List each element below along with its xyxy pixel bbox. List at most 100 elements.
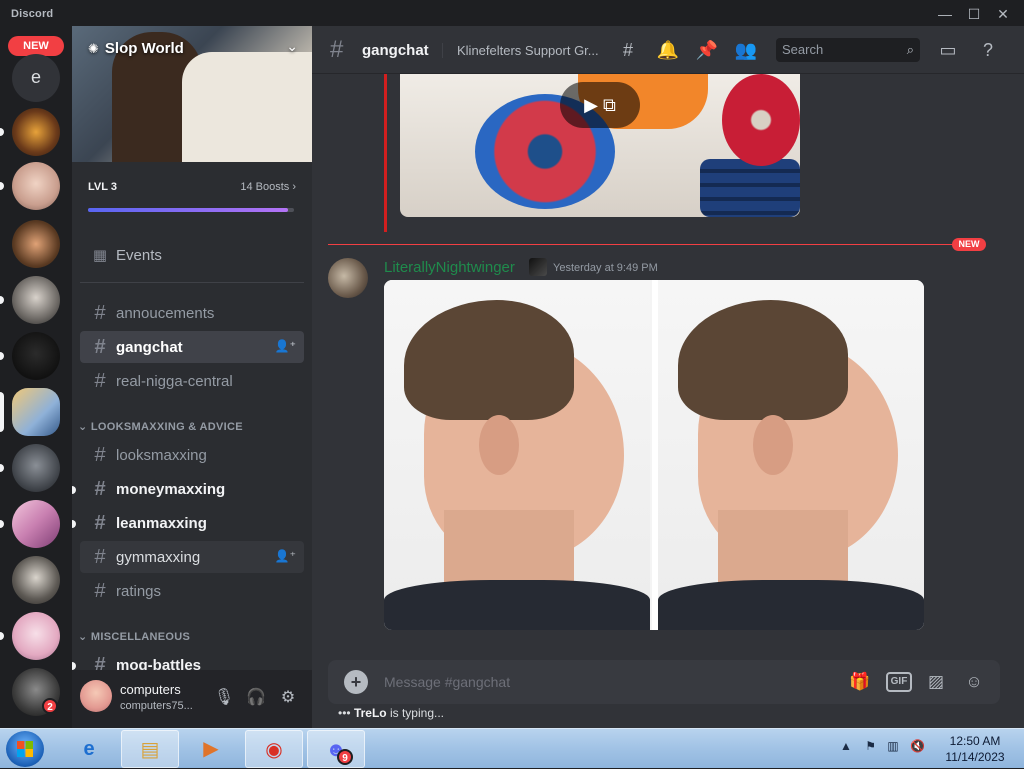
add-user-icon[interactable]: 👤⁺ xyxy=(275,549,296,563)
pin-icon[interactable]: 📌 xyxy=(695,38,719,62)
action-center-icon[interactable]: ⚑ xyxy=(865,739,876,753)
start-button[interactable] xyxy=(6,731,44,767)
headphones-icon[interactable]: 🎧 xyxy=(244,686,268,710)
user-panel: computers computers75... 🎙 🎧 ⚙ xyxy=(72,670,312,728)
unread-indicator xyxy=(72,520,76,528)
channel-annoucements[interactable]: # annoucements xyxy=(80,297,304,329)
message-list: ▶ ⧉ NEW LiterallyNightwinger Yesterday a… xyxy=(312,74,1024,656)
photo-left xyxy=(384,280,650,630)
hash-icon: # xyxy=(94,477,106,500)
unread-indicator xyxy=(0,182,4,190)
channel-label: leanmaxxing xyxy=(116,514,207,532)
message-timestamp: Yesterday at 9:49 PM xyxy=(553,262,658,274)
author-avatar[interactable] xyxy=(328,258,368,298)
video-frame-detail xyxy=(700,159,800,217)
help-icon[interactable]: ? xyxy=(976,38,1000,62)
category-miscellaneous[interactable]: ⌄ MISCELLANEOUS xyxy=(78,630,190,643)
hash-icon: # xyxy=(94,545,106,568)
photo-detail xyxy=(658,580,924,630)
member-list-icon[interactable]: 👥 xyxy=(734,38,758,62)
events-label: Events xyxy=(116,246,162,264)
category-looksmaxxing[interactable]: ⌄ LOOKSMAXXING & ADVICE xyxy=(78,420,243,433)
gif-button[interactable]: GIF xyxy=(886,672,912,692)
mention-badge: 2 xyxy=(42,698,58,714)
server-icon[interactable] xyxy=(12,500,60,548)
app-title: Discord xyxy=(11,8,54,20)
channel-topic[interactable]: Klinefelters Support Gr... xyxy=(442,43,617,58)
channel-label: annoucements xyxy=(116,304,215,322)
user-tag: computers75... xyxy=(120,700,193,712)
channel-header: # gangchat Klinefelters Support Gr... # … xyxy=(312,26,1024,74)
play-icon[interactable]: ▶ ⧉ xyxy=(560,82,640,128)
photo-detail xyxy=(678,300,848,420)
channel-gymmaxxing[interactable]: # gymmaxxing 👤⁺ xyxy=(80,541,304,573)
internet-explorer-icon[interactable]: e xyxy=(60,730,118,768)
clock[interactable]: 12:50 AM 11/14/2023 xyxy=(940,733,1010,765)
network-icon[interactable]: ▥ xyxy=(887,739,898,753)
search-input[interactable]: Search ⌕ xyxy=(776,38,920,62)
server-icon[interactable] xyxy=(12,108,60,156)
microphone-icon[interactable]: 🎙 xyxy=(212,686,236,710)
boost-progress-fill xyxy=(88,208,288,212)
chevron-down-icon[interactable]: ⌄ xyxy=(286,38,298,55)
add-attachment-icon[interactable]: + xyxy=(344,670,368,694)
server-icon[interactable] xyxy=(12,162,60,210)
photo-detail xyxy=(384,580,650,630)
events-item[interactable]: ▦ Events xyxy=(80,239,304,271)
close-button[interactable]: ✕ xyxy=(990,4,1016,24)
channel-gangchat[interactable]: # gangchat 👤⁺ xyxy=(80,331,304,363)
video-attachment[interactable]: ▶ ⧉ xyxy=(400,74,800,217)
gift-icon[interactable]: 🎁 xyxy=(848,670,872,694)
server-icon[interactable] xyxy=(12,332,60,380)
boost-status[interactable]: LVL 3 14 Boosts › xyxy=(88,181,296,197)
title-bar: Discord — ☐ ✕ xyxy=(0,0,1024,26)
photo-detail xyxy=(404,300,574,420)
media-player-icon[interactable]: ▶ xyxy=(182,730,240,768)
image-attachment[interactable] xyxy=(384,280,924,630)
server-icon[interactable] xyxy=(12,220,60,268)
server-icon-slop-world[interactable] xyxy=(12,388,60,436)
discord-taskbar-icon[interactable]: ☻ xyxy=(307,730,365,768)
volume-icon[interactable]: 🔇 xyxy=(910,739,925,753)
search-icon: ⌕ xyxy=(906,42,914,57)
sticker-icon[interactable]: ▨ xyxy=(924,670,948,694)
inbox-icon[interactable]: ▭ xyxy=(936,38,960,62)
maximize-button[interactable]: ☐ xyxy=(961,4,987,24)
chrome-icon[interactable]: ◉ xyxy=(245,730,303,768)
channel-label: ratings xyxy=(116,582,162,600)
server-name: Slop World xyxy=(104,40,184,57)
user-avatar[interactable] xyxy=(80,680,112,712)
emoji-icon[interactable]: ☺ xyxy=(962,670,986,694)
server-header[interactable]: ✺ Slop World xyxy=(88,40,184,57)
server-e[interactable]: e xyxy=(12,54,60,102)
hash-icon: # xyxy=(94,301,106,324)
server-rail: NEW e 2 xyxy=(0,26,72,728)
tray-arrow-icon[interactable]: ▲ xyxy=(840,739,852,753)
video-frame-detail xyxy=(722,74,800,166)
channel-label: real-nigga-central xyxy=(116,372,233,390)
server-icon[interactable] xyxy=(12,556,60,604)
minimize-button[interactable]: — xyxy=(932,4,958,24)
channel-leanmaxxing[interactable]: # leanmaxxing xyxy=(80,507,304,539)
bell-icon[interactable]: 🔔 xyxy=(656,38,680,62)
threads-icon[interactable]: # xyxy=(616,38,640,62)
hash-icon: # xyxy=(94,511,106,534)
settings-gear-icon[interactable]: ⚙ xyxy=(276,686,300,710)
channel-ratings[interactable]: # ratings xyxy=(80,575,304,607)
file-explorer-icon[interactable]: ▤ xyxy=(121,730,179,768)
server-icon[interactable] xyxy=(12,444,60,492)
boost-level: LVL 3 xyxy=(88,181,117,193)
channel-real-nigga-central[interactable]: # real-nigga-central xyxy=(80,365,304,397)
boost-progress-bar xyxy=(88,208,294,212)
unread-indicator xyxy=(0,128,4,136)
role-icon xyxy=(529,258,547,276)
add-user-icon[interactable]: 👤⁺ xyxy=(275,339,296,353)
message-input[interactable]: Message #gangchat xyxy=(384,674,510,690)
channel-looksmaxxing[interactable]: # looksmaxxing xyxy=(80,439,304,471)
channel-moneymaxxing[interactable]: # moneymaxxing xyxy=(80,473,304,505)
new-unreads-pill[interactable]: NEW xyxy=(8,36,64,56)
server-icon[interactable] xyxy=(12,276,60,324)
server-icon[interactable] xyxy=(12,612,60,660)
message-author[interactable]: LiterallyNightwinger xyxy=(384,259,515,276)
channel-title: gangchat xyxy=(362,42,429,59)
